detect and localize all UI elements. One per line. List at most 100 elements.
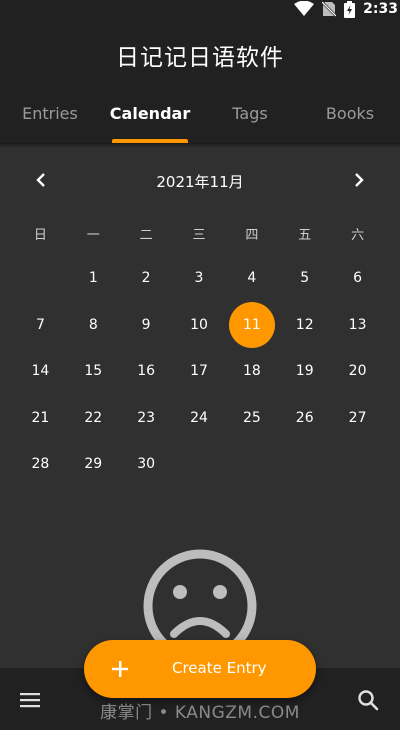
calendar-day-number: 1 <box>88 270 98 287</box>
calendar-day-number: 21 <box>31 409 50 426</box>
calendar-day-number: 11 <box>228 301 275 348</box>
calendar-day-number: 24 <box>190 409 208 426</box>
calendar-day[interactable]: 7 <box>14 302 67 349</box>
calendar-day-number: 18 <box>242 363 261 380</box>
calendar-day[interactable]: 6 <box>331 255 384 302</box>
weekday-label: 日 <box>33 228 47 243</box>
calendar-day-number: 20 <box>348 363 367 380</box>
calendar-day[interactable]: 13 <box>331 302 384 349</box>
calendar-day-number: 12 <box>295 316 314 333</box>
calendar-day-selected[interactable]: 11 <box>225 301 278 349</box>
weekday-label: 四 <box>245 228 259 243</box>
calendar-grid: 1 2 3 4 5 6 7 8 9 10 11 12 13 14 15 16 17 18 19 20 21 22 23 24 2… <box>14 255 384 488</box>
calendar-empty-cell <box>331 441 384 488</box>
tab-bar: Entries Calendar Tags Books <box>0 96 400 143</box>
calendar-day[interactable]: 17 <box>173 348 226 395</box>
calendar-day[interactable]: 2 <box>120 255 173 302</box>
calendar-day[interactable]: 21 <box>14 395 67 442</box>
calendar-day-number: 4 <box>247 270 257 287</box>
calendar-day-number: 27 <box>348 409 367 426</box>
calendar-day[interactable]: 12 <box>278 302 331 349</box>
calendar-day-number: 16 <box>137 363 156 380</box>
calendar-week-row: 1 2 3 4 5 6 <box>14 255 384 302</box>
calendar-week-row: 7 8 9 10 11 12 13 <box>14 301 384 349</box>
calendar-empty-cell <box>278 441 331 488</box>
calendar-week-row: 14 15 16 17 18 19 20 <box>14 348 384 395</box>
calendar-day[interactable]: 10 <box>173 302 226 349</box>
calendar-day-number: 19 <box>295 363 314 380</box>
calendar-day-number: 6 <box>353 270 363 287</box>
calendar-day-number: 14 <box>31 363 50 380</box>
tab-tags[interactable]: Tags <box>200 96 300 143</box>
calendar-empty-cell <box>225 441 278 488</box>
calendar-day[interactable]: 16 <box>120 348 173 395</box>
calendar-day-number: 7 <box>35 316 45 333</box>
calendar-day-number: 10 <box>190 316 208 333</box>
status-bar: 2:33 <box>294 0 400 18</box>
calendar-day-number: 15 <box>84 363 103 380</box>
calendar-day[interactable]: 3 <box>173 255 226 302</box>
weekday-label: 五 <box>298 228 312 243</box>
calendar-week-row: 28 29 30 <box>14 441 384 488</box>
calendar-day[interactable]: 29 <box>67 441 120 488</box>
no-sim-icon <box>322 1 337 17</box>
tab-entries[interactable]: Entries <box>0 96 100 143</box>
watermark-text: 康掌门 • KANGZM.COM <box>100 703 300 723</box>
calendar-day-number: 30 <box>137 456 156 473</box>
calendar-day[interactable]: 26 <box>278 395 331 442</box>
app-title: 日记记日语软件 <box>116 45 284 71</box>
wifi-icon <box>294 1 315 17</box>
calendar-day[interactable]: 20 <box>331 348 384 395</box>
calendar-day[interactable]: 1 <box>67 255 120 302</box>
calendar-day-number: 9 <box>141 316 151 333</box>
calendar-day-number: 17 <box>190 363 208 380</box>
app-header: 2:33 日记记日语软件 Entries Calendar Tags Books <box>0 0 400 148</box>
next-month-button[interactable] <box>348 168 370 192</box>
month-label: 2021年11月 <box>156 173 244 191</box>
calendar-day-number: 2 <box>141 270 151 287</box>
status-time: 2:33 <box>363 1 398 17</box>
weekday-label: 六 <box>351 228 365 243</box>
month-navigation: 2021年11月 <box>0 165 400 195</box>
calendar-day[interactable]: 15 <box>67 348 120 395</box>
tab-books[interactable]: Books <box>300 96 400 143</box>
calendar-day[interactable]: 9 <box>120 302 173 349</box>
weekday-label: 二 <box>139 228 153 243</box>
calendar-day[interactable]: 14 <box>14 348 67 395</box>
weekday-header: 日 一 二 三 四 五 六 <box>14 224 384 243</box>
calendar-day[interactable]: 23 <box>120 395 173 442</box>
calendar-day[interactable]: 19 <box>278 348 331 395</box>
calendar-day[interactable]: 4 <box>225 255 278 302</box>
calendar-day[interactable]: 8 <box>67 302 120 349</box>
calendar-day[interactable]: 27 <box>331 395 384 442</box>
calendar-day-number: 29 <box>84 456 103 473</box>
calendar-day-number: 28 <box>31 456 50 473</box>
battery-charging-icon <box>344 0 356 18</box>
calendar-day-number: 13 <box>348 316 367 333</box>
calendar-day[interactable]: 25 <box>225 395 278 442</box>
create-entry-label: Create Entry <box>172 659 267 677</box>
calendar-day[interactable]: 5 <box>278 255 331 302</box>
search-icon <box>358 690 379 711</box>
calendar-day[interactable]: 18 <box>225 348 278 395</box>
calendar-day-number: 3 <box>194 270 204 287</box>
weekday-label: 一 <box>86 228 100 243</box>
calendar-day[interactable]: 30 <box>120 441 173 488</box>
calendar-week-row: 21 22 23 24 25 26 27 <box>14 395 384 442</box>
plus-icon <box>112 661 128 677</box>
calendar-day-number: 23 <box>137 409 156 426</box>
calendar-day[interactable]: 22 <box>67 395 120 442</box>
search-button[interactable] <box>356 688 380 712</box>
calendar-empty-cell <box>14 255 67 302</box>
calendar-day-number: 8 <box>88 316 98 333</box>
create-entry-button[interactable]: Create Entry <box>84 640 316 698</box>
calendar-empty-cell <box>173 441 226 488</box>
calendar-day[interactable]: 28 <box>14 441 67 488</box>
chevron-right-icon <box>355 173 364 187</box>
calendar-day-number: 22 <box>84 409 103 426</box>
calendar-day-number: 5 <box>300 270 310 287</box>
tab-calendar[interactable]: Calendar <box>100 96 200 143</box>
weekday-label: 三 <box>192 228 206 243</box>
calendar-day[interactable]: 24 <box>173 395 226 442</box>
calendar-day-number: 25 <box>242 409 261 426</box>
